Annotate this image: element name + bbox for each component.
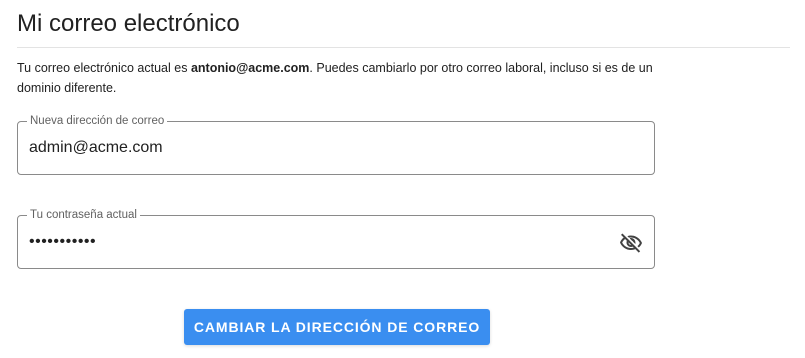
page-description: Tu correo electrónico actual es antonio@… [17, 58, 662, 98]
change-email-button[interactable]: Cambiar la dirección de correo [184, 309, 490, 345]
description-prefix: Tu correo electrónico actual es [17, 61, 191, 75]
current-password-input[interactable] [29, 216, 609, 268]
eye-off-icon[interactable] [618, 230, 644, 256]
new-email-input[interactable] [29, 122, 609, 174]
new-email-field: Nueva dirección de correo [17, 114, 655, 175]
page-title: Mi correo electrónico [17, 10, 240, 37]
current-email: antonio@acme.com [190, 61, 310, 75]
current-password-field: Tu contraseña actual [17, 208, 655, 269]
title-divider [17, 47, 790, 48]
change-email-page: Mi correo electrónico Tu correo electrón… [0, 0, 805, 358]
